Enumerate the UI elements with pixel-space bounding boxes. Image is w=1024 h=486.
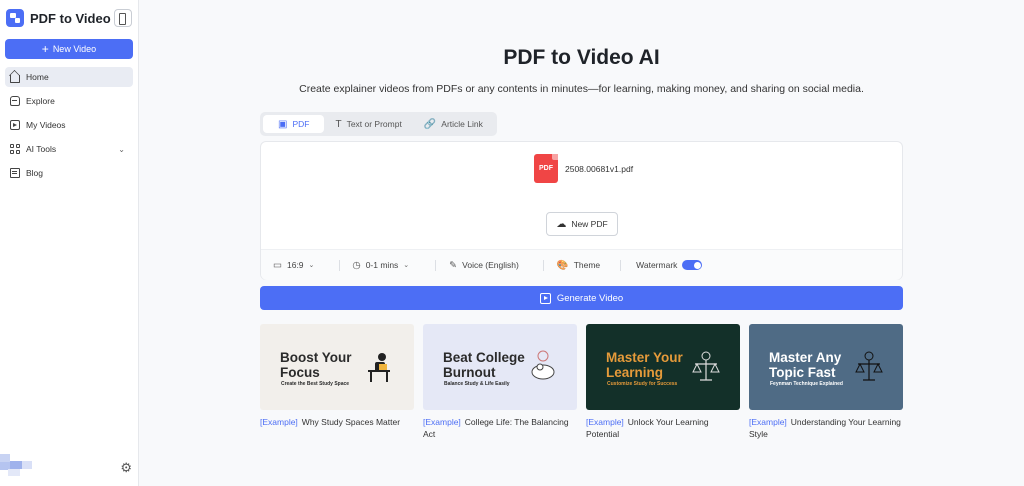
relaxing-person-illustration-icon [531, 350, 555, 380]
example-thumbnail[interactable]: Master Your Learning Customize Study for … [586, 324, 740, 410]
example-caption: [Example] Why Study Spaces Matter [260, 417, 401, 427]
sidebar-item-label: My Videos [26, 120, 66, 130]
divider [339, 259, 341, 271]
example-thumbnail[interactable]: Master Any Topic Fast Feynman Technique E… [749, 324, 903, 410]
thumbnail-subtitle: Customize Study for Success [607, 381, 678, 387]
tab-text-or-prompt[interactable]: T Text or Prompt [324, 115, 412, 133]
new-video-label: New Video [52, 44, 97, 54]
scale-figure-illustration-icon [692, 351, 720, 381]
new-pdf-button[interactable]: ☁ New PDF [546, 212, 618, 236]
watermark-toggle[interactable] [682, 260, 703, 270]
generate-label: Generate Video [556, 292, 624, 304]
clock-icon: ◷ [352, 259, 361, 271]
voice-edit-icon: ✎ [449, 259, 458, 271]
voice-select[interactable]: ✎ Voice (English) [449, 260, 519, 271]
text-icon: T [335, 118, 342, 130]
sidebar-item-my-videos[interactable]: My Videos [5, 115, 133, 135]
chevron-down-icon: ⌄ [403, 262, 410, 269]
tab-pdf[interactable]: ▣ PDF [263, 115, 325, 133]
example-card[interactable]: Beat College Burnout Balance Study & Life… [423, 324, 577, 440]
thumbnail-title: Master Any Topic Fast [769, 350, 842, 380]
divider [620, 259, 622, 271]
example-thumbnail[interactable]: Boost Your Focus Create the Best Study Sp… [260, 324, 414, 410]
video-sparkle-icon [539, 292, 551, 304]
thumbnail-subtitle: Feynman Technique Explained [770, 381, 843, 387]
sidebar-item-blog[interactable]: Blog [5, 163, 133, 183]
example-caption: [Example] Unlock Your Learning Potential [586, 417, 709, 439]
chevron-down-icon: ⌄ [308, 262, 315, 269]
sidebar-nav: Home Explore My Videos AI Tools ⌄ Blog [0, 67, 138, 183]
example-card[interactable]: Master Any Topic Fast Feynman Technique E… [749, 324, 903, 440]
avatar[interactable] [0, 454, 32, 476]
example-card[interactable]: Master Your Learning Customize Study for … [586, 324, 740, 440]
aspect-ratio-select[interactable]: ▭ 16:9 ⌄ [273, 260, 314, 271]
thumbnail-title: Boost Your Focus [280, 350, 352, 380]
generate-video-button[interactable]: Generate Video [260, 286, 903, 310]
uploaded-file: PDF 2508.00681v1.pdf [534, 154, 633, 183]
home-icon [10, 75, 20, 83]
voice-value: Voice (English) [462, 260, 519, 270]
example-caption: [Example] Understanding Your Learning Sty… [749, 417, 901, 439]
app-name: PDF to Video [30, 10, 111, 26]
video-icon [10, 120, 20, 130]
divider [542, 259, 544, 271]
thumbnail-subtitle: Balance Study & Life Easily [444, 381, 510, 387]
new-pdf-label: New PDF [571, 219, 608, 229]
tab-label: Article Link [441, 119, 483, 129]
sidebar-item-label: Blog [26, 168, 44, 178]
file-name: 2508.00681v1.pdf [565, 163, 634, 174]
pdf-file-icon: PDF [534, 154, 558, 183]
thumbnail-title: Master Your Learning [606, 350, 683, 380]
plus-icon: + [41, 42, 49, 56]
grid-icon [10, 144, 20, 154]
duration-value: 0-1 mins [365, 260, 399, 270]
aspect-ratio-icon: ▭ [273, 259, 282, 271]
sidebar-item-explore[interactable]: Explore [5, 91, 133, 111]
duration-select[interactable]: ◷ 0-1 mins ⌄ [352, 260, 409, 271]
palette-icon: 🎨 [556, 259, 569, 271]
thumbnail-subtitle: Create the Best Study Space [281, 381, 350, 387]
collapse-sidebar-icon[interactable] [114, 9, 132, 27]
app-logo-icon [6, 9, 24, 27]
theme-label: Theme [573, 260, 601, 270]
main-content: PDF to Video AI Create explainer videos … [139, 0, 1024, 486]
divider [435, 259, 437, 271]
sidebar-item-label: Explore [26, 96, 55, 106]
watermark-option: Watermark [636, 260, 703, 270]
page-title: PDF to Video AI [503, 46, 660, 69]
pdf-image-icon: ▣ [278, 118, 288, 130]
tab-label: PDF [292, 119, 310, 129]
example-caption: [Example] College Life: The Balancing Act [423, 417, 569, 439]
gear-icon[interactable]: ⚙ [120, 460, 132, 476]
examples-gallery: Boost Your Focus Create the Best Study Sp… [260, 324, 903, 440]
aspect-ratio-value: 16:9 [286, 260, 304, 270]
sidebar-item-home[interactable]: Home [5, 67, 133, 87]
blog-icon [10, 168, 20, 178]
input-type-tabs: ▣ PDF T Text or Prompt 🔗 Article Link [260, 112, 497, 136]
cloud-upload-icon: ☁ [556, 218, 567, 230]
link-icon: 🔗 [423, 118, 437, 130]
upload-card: PDF 2508.00681v1.pdf ☁ New PDF ▭ 16:9 ⌄ … [260, 141, 903, 280]
sidebar-item-ai-tools[interactable]: AI Tools ⌄ [5, 139, 133, 159]
thumbnail-title: Beat College Burnout [443, 350, 525, 380]
sidebar-item-label: Home [26, 72, 49, 82]
watermark-label: Watermark [636, 260, 678, 270]
video-options-bar: ▭ 16:9 ⌄ ◷ 0-1 mins ⌄ ✎ Voice (English) … [261, 249, 902, 280]
example-thumbnail[interactable]: Beat College Burnout Balance Study & Life… [423, 324, 577, 410]
logo-row: PDF to Video [0, 1, 138, 35]
theme-select[interactable]: 🎨 Theme [557, 260, 600, 271]
new-video-button[interactable]: + New Video [5, 39, 133, 59]
page-subtitle: Create explainer videos from PDFs or any… [299, 83, 864, 95]
tab-article-link[interactable]: 🔗 Article Link [413, 115, 494, 133]
example-card[interactable]: Boost Your Focus Create the Best Study Sp… [260, 324, 414, 440]
sidebar: PDF to Video + New Video Home Explore My… [0, 0, 139, 486]
chevron-down-icon: ⌄ [118, 144, 125, 154]
sidebar-item-label: AI Tools [26, 144, 57, 154]
explore-icon [10, 96, 20, 106]
tab-label: Text or Prompt [346, 119, 402, 129]
scale-figure-illustration-icon [855, 351, 883, 381]
desk-person-illustration-icon [368, 353, 390, 382]
